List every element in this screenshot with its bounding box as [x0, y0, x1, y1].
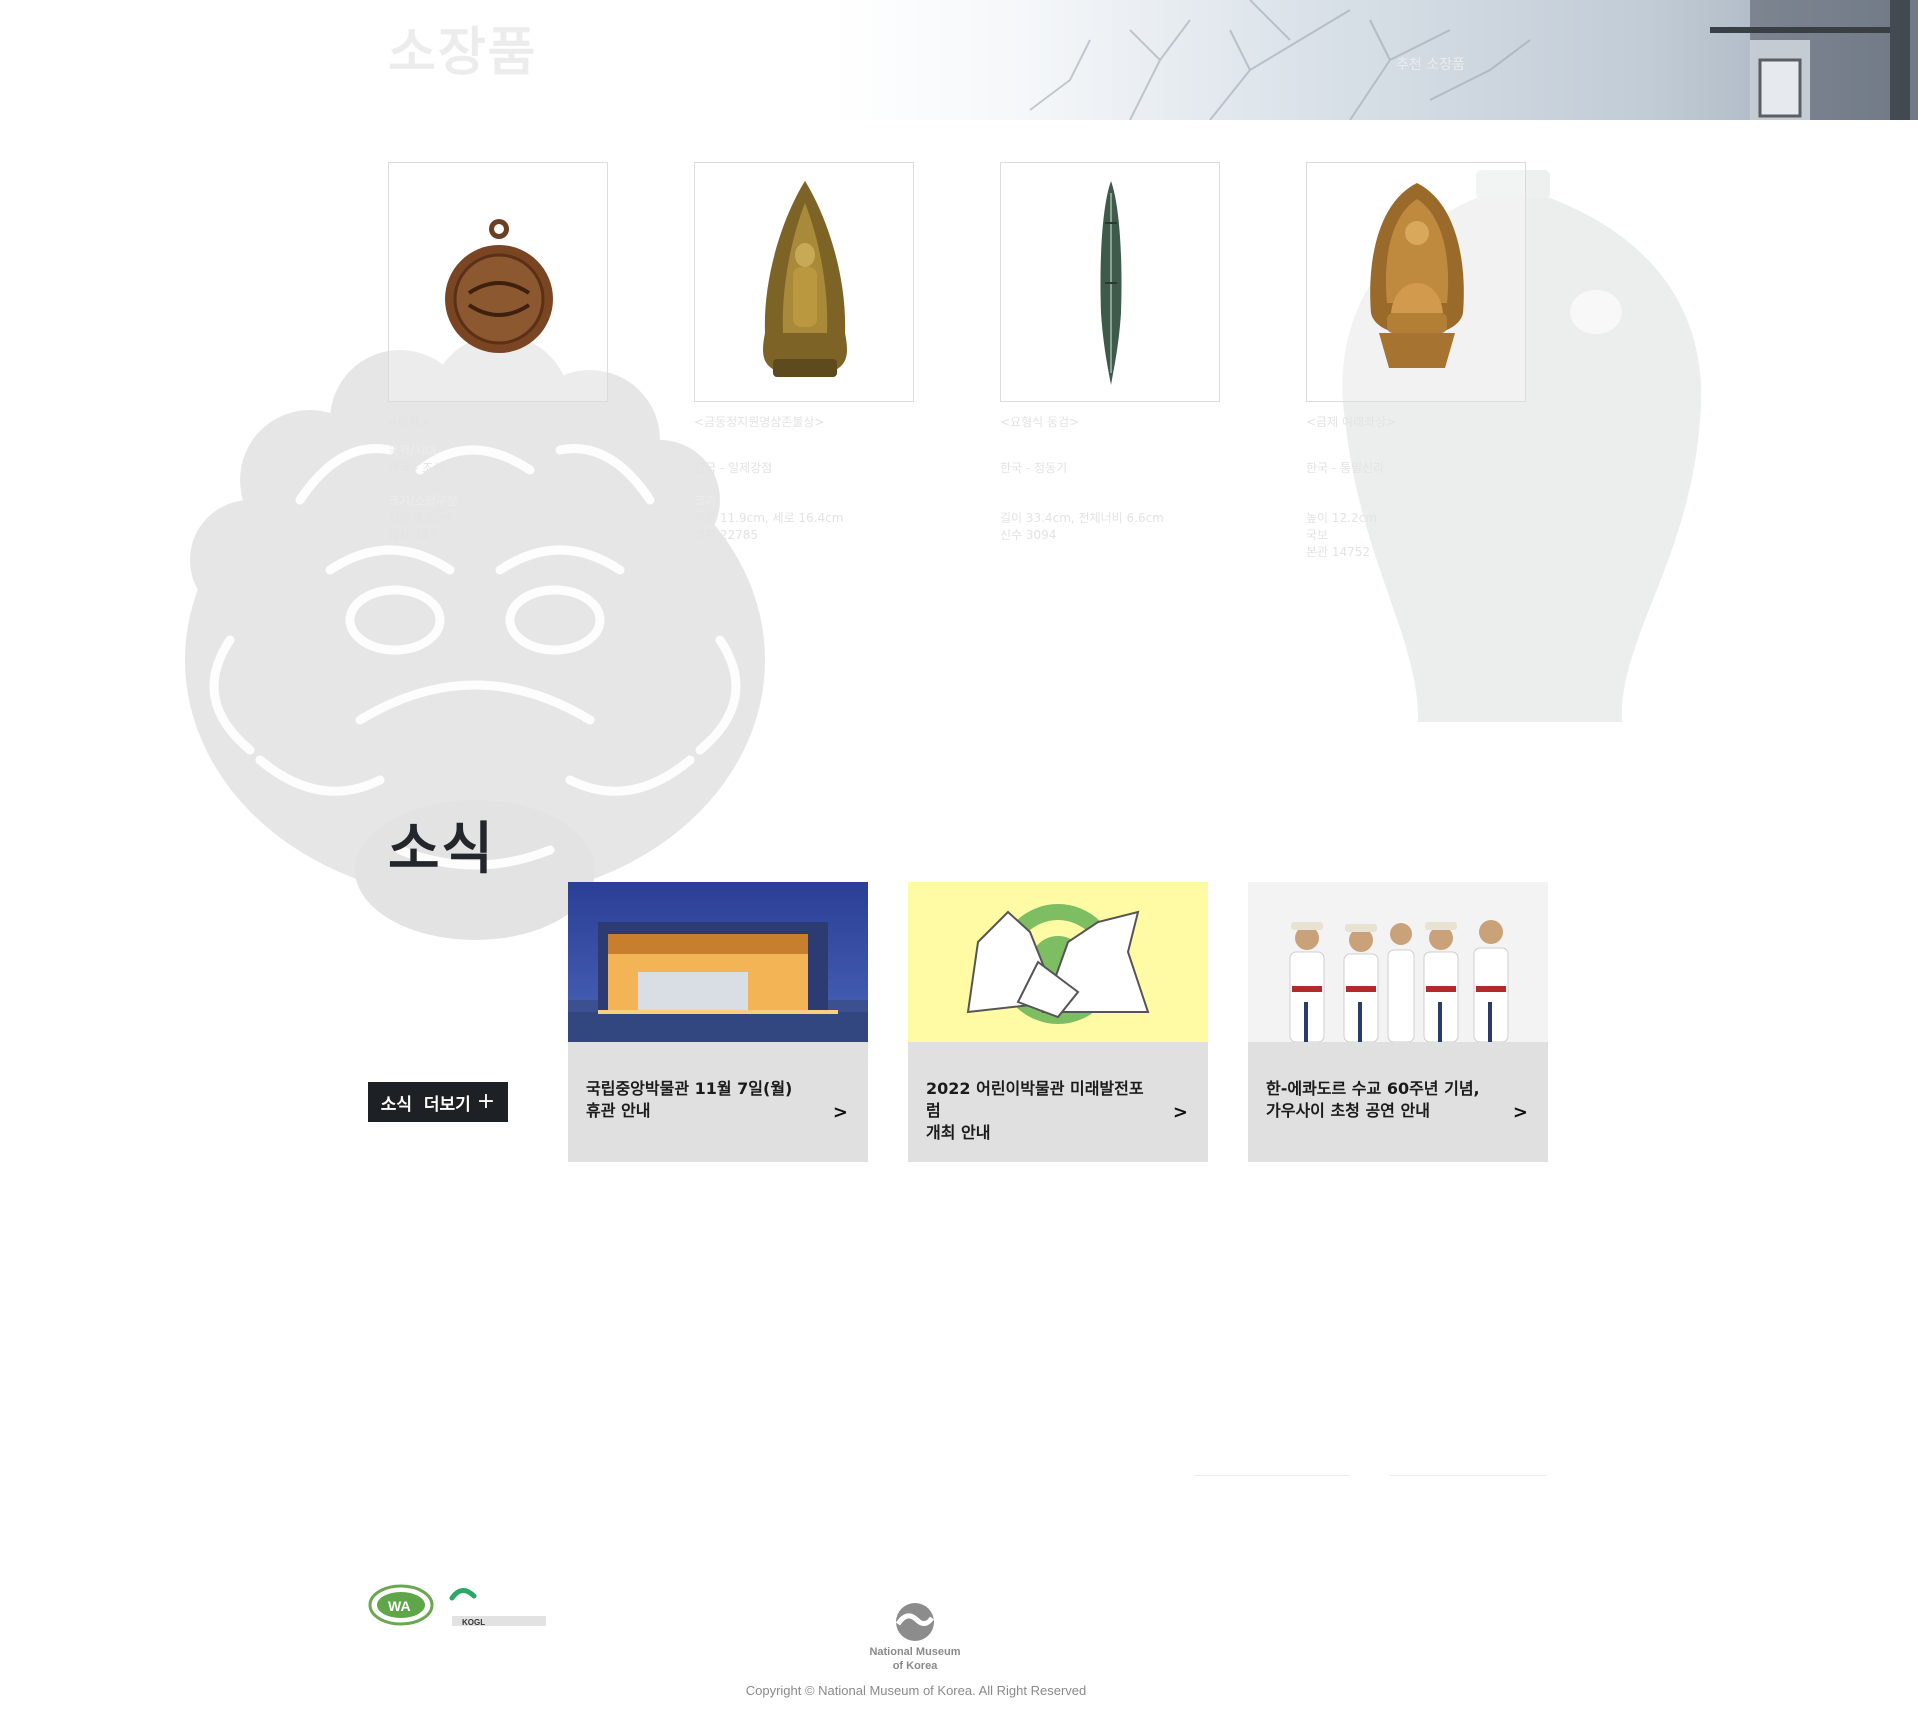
chevron-right-icon: >	[1172, 1102, 1188, 1123]
divider	[1390, 1475, 1546, 1476]
chevron-right-icon: >	[1512, 1102, 1528, 1123]
field-label	[1306, 443, 1396, 460]
field-value: 신수 3094	[1000, 528, 1057, 542]
field-value: 길이 33.4cm, 전체너비 6.6cm	[1000, 511, 1164, 525]
forum-poster-illustration	[908, 882, 1208, 1042]
news-caption: 한-에콰도르 수교 60주년 기념, 가우사이 초청 공연 안내	[1266, 1078, 1496, 1122]
divider	[1194, 1475, 1350, 1476]
field-label: 국적/시대	[388, 444, 437, 458]
banner-tree-branches	[1029, 0, 1918, 120]
mapae-medallion-image	[445, 219, 553, 353]
collection-item-card[interactable]	[388, 162, 608, 402]
field-value: 한국 - 일제강점	[694, 461, 773, 475]
field-value: 지름 9.5cm	[388, 511, 452, 525]
page-title: 소장품	[388, 23, 538, 83]
field-label	[1000, 493, 1164, 510]
field-label	[1000, 443, 1164, 460]
badge-text: KOGL	[462, 1618, 485, 1627]
field-value: 한국 - 청동기	[1000, 461, 1068, 475]
field-value: 한국 - 조선	[388, 461, 445, 475]
field-value: 가로 11.9cm, 세로 16.4cm	[694, 511, 844, 525]
field-label	[694, 443, 843, 460]
news-card[interactable]: 국립중앙박물관 11월 7일(월) 휴관 안내 >	[568, 882, 868, 1162]
kogl-badge[interactable]: KOGL	[448, 1584, 548, 1632]
news-caption-line: 2022 어린이박물관 미래발전포럼	[926, 1079, 1144, 1120]
museum-name-line: National Museum	[869, 1646, 961, 1658]
field-value: 건판 22785	[694, 528, 759, 542]
news-caption: 국립중앙박물관 11월 7일(월) 휴관 안내	[586, 1078, 816, 1122]
breadcrumb[interactable]: 추천 소장품	[1396, 54, 1465, 74]
field-label: 크기	[694, 494, 717, 508]
gold-seated-buddha-image	[1370, 183, 1464, 368]
field-value: 남산 747	[388, 528, 437, 542]
field-value: 높이 12.2cm	[1306, 511, 1377, 525]
museum-name-line: of Korea	[892, 1660, 938, 1672]
news-section-title: 소식	[388, 817, 496, 882]
news-caption-line: 개최 안내	[926, 1123, 991, 1142]
plus-icon: +	[476, 1089, 496, 1114]
background-decoration	[185, 170, 1702, 940]
copyright-text: Copyright © National Museum of Korea. Al…	[745, 1683, 1087, 1698]
field-value: 한국 - 통일신라	[1306, 461, 1385, 475]
collection-item-info: <마패> 국적/시대 한국 - 조선 크기/소장구분 지름 9.5cm 남산 7…	[388, 414, 458, 544]
museum-name: National Museum of Korea	[850, 1645, 980, 1673]
collection-item-card[interactable]	[1000, 162, 1220, 402]
news-more-button[interactable]: 소식 더보기 +	[368, 1082, 508, 1122]
news-more-label: 소식 더보기	[380, 1094, 471, 1115]
news-card[interactable]: 2022 어린이박물관 미래발전포럼 개최 안내 >	[908, 882, 1208, 1162]
news-caption-line: 국립중앙박물관 11월 7일(월)	[586, 1079, 793, 1098]
news-caption: 2022 어린이박물관 미래발전포럼 개최 안내	[926, 1078, 1156, 1144]
museum-logo-icon[interactable]	[893, 1602, 937, 1646]
news-caption-line: 휴관 안내	[586, 1101, 651, 1120]
collection-item-info: <금제 여래좌상> 한국 - 통일신라 높이 12.2cm 국보 본관 1475…	[1306, 414, 1396, 561]
news-card[interactable]: 한-에콰도르 수교 60주년 기념, 가우사이 초청 공연 안내 >	[1248, 882, 1548, 1162]
item-name[interactable]: <금동정지원명삼존불상>	[694, 414, 843, 431]
item-name[interactable]: <마패>	[388, 414, 458, 431]
collection-item-info: <요형식 동검> 한국 - 청동기 길이 33.4cm, 전체너비 6.6cm …	[1000, 414, 1164, 544]
museum-building-photo	[568, 882, 868, 1042]
performers-photo	[1248, 882, 1548, 1042]
collection-item-card[interactable]	[1306, 162, 1526, 402]
badge-text: WA	[388, 1598, 411, 1614]
news-caption-line: 한-에콰도르 수교 60주년 기념,	[1266, 1079, 1480, 1098]
header-banner: 소장품 추천 소장품	[0, 0, 1918, 120]
item-name[interactable]: <요형식 동검>	[1000, 414, 1164, 431]
collection-item-info: <금동정지원명삼존불상> 한국 - 일제강점 크기 가로 11.9cm, 세로 …	[694, 414, 843, 544]
collection-item-card[interactable]	[694, 162, 914, 402]
field-label	[1306, 493, 1396, 510]
field-value: 본관 14752	[1306, 545, 1371, 559]
bronze-dagger-image	[1100, 181, 1122, 385]
field-label: 크기/소장구분	[388, 494, 459, 508]
news-caption-line: 가우사이 초청 공연 안내	[1266, 1101, 1430, 1120]
web-accessibility-badge[interactable]: WA	[368, 1584, 434, 1630]
chevron-right-icon: >	[832, 1102, 848, 1123]
gilt-bronze-triad-image	[763, 181, 847, 377]
item-name[interactable]: <금제 여래좌상>	[1306, 414, 1396, 431]
field-value: 국보	[1306, 528, 1329, 542]
